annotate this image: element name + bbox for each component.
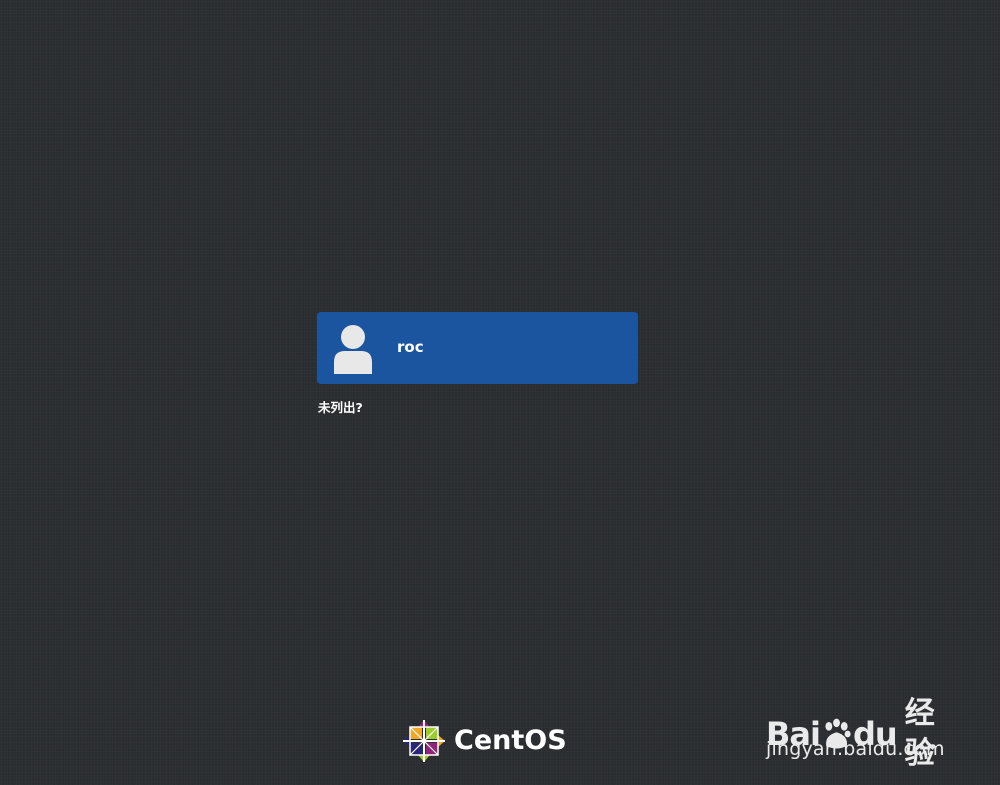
centos-logo-icon <box>403 720 445 762</box>
watermark-brand-suffix: 经验 <box>904 696 935 771</box>
user-avatar-icon <box>333 324 373 374</box>
user-name-label: roc <box>397 338 424 356</box>
not-listed-link[interactable]: 未列出? <box>318 399 363 417</box>
baidu-jingyan-watermark: Bai du 经验 jingyan.baidu.com <box>766 676 956 771</box>
centos-logo-text: CentOS <box>454 725 567 756</box>
user-item-roc[interactable]: roc <box>317 312 638 384</box>
centos-logo: CentOS <box>402 718 567 764</box>
watermark-url: jingyan.baidu.com <box>766 738 945 760</box>
